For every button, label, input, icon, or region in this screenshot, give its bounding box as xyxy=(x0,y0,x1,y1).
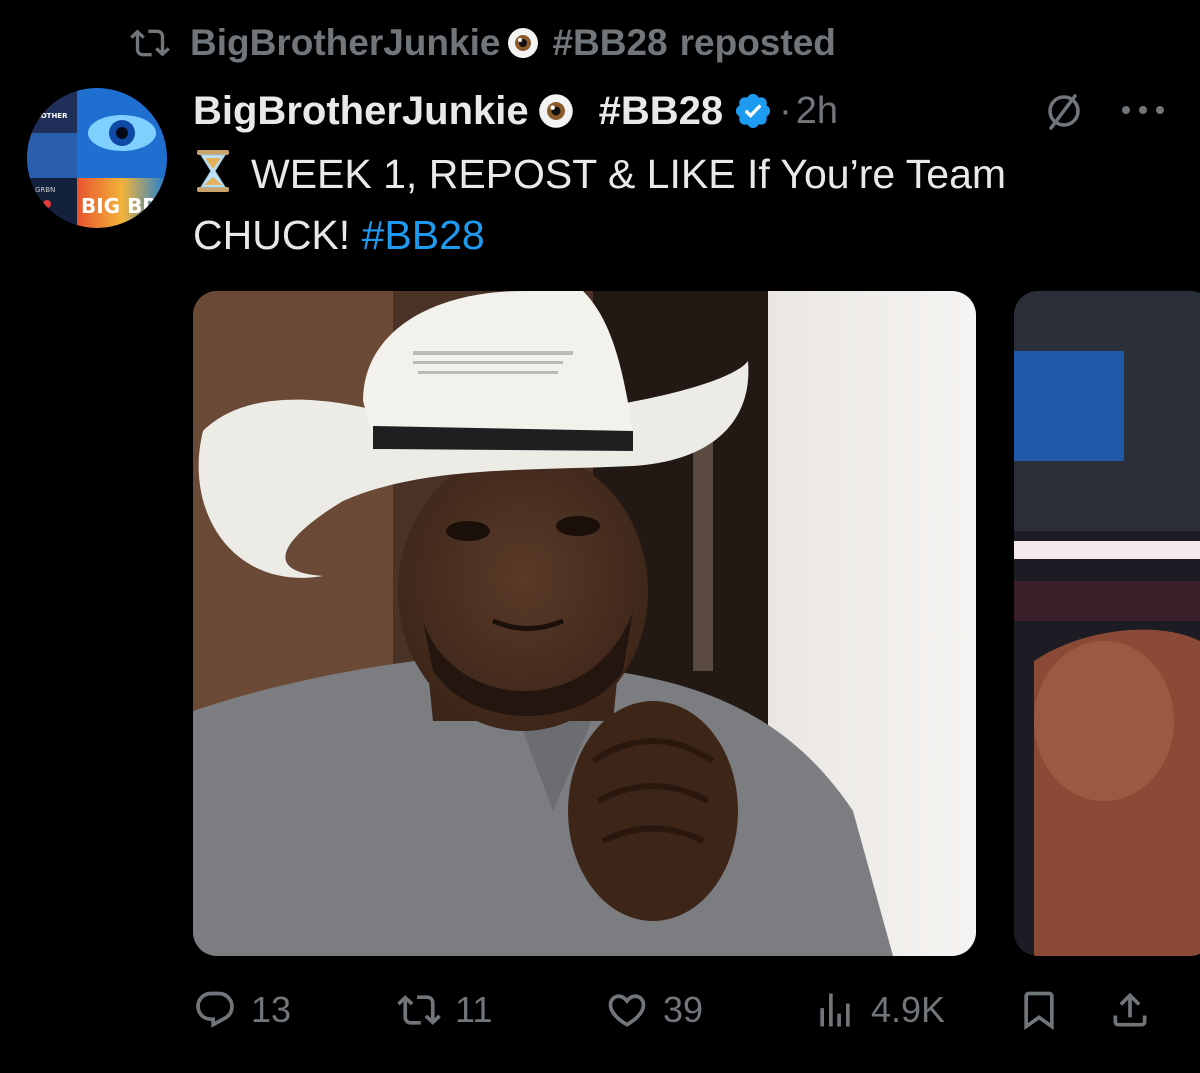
post-timestamp[interactable]: 2h xyxy=(796,90,838,133)
post-separator: · xyxy=(779,89,792,132)
repost-icon xyxy=(397,995,441,1025)
repost-suffix: reposted xyxy=(679,22,836,63)
repost-account-name[interactable]: BigBrotherJunkie xyxy=(190,22,500,64)
post-header: BigBrotherJunkie #BB28 · 2h xyxy=(193,82,1183,140)
author-name[interactable]: BigBrotherJunkie xyxy=(193,89,529,134)
post-text-line-2: CHUCK! xyxy=(193,212,351,258)
heart-icon xyxy=(608,994,646,1027)
reply-icon xyxy=(196,991,234,1028)
avatar[interactable]: BIG BROTH BROTHER GRBN xyxy=(27,88,167,228)
bookmark-button[interactable] xyxy=(1017,980,1061,1040)
like-button[interactable]: 39 xyxy=(605,980,703,1040)
repost-hashtag[interactable]: #BB28 xyxy=(552,22,667,64)
views-icon xyxy=(820,993,850,1027)
share-button[interactable] xyxy=(1108,980,1152,1040)
post-media-image-1[interactable] xyxy=(193,291,976,956)
post-hashtag-link[interactable]: #BB28 xyxy=(362,212,485,258)
repost-icon xyxy=(128,21,172,65)
author-hashtag[interactable]: #BB28 xyxy=(599,89,724,134)
more-options-icon[interactable] xyxy=(1118,98,1168,122)
post-actions-bar: 13 11 39 4.9K xyxy=(193,980,1173,1040)
post-media-image-2[interactable] xyxy=(1014,291,1200,956)
avatar-small-label-2: GRBN xyxy=(35,186,55,194)
grok-icon[interactable] xyxy=(1041,88,1087,134)
post-text: WEEK 1, REPOST & LIKE If You’re Team CHU… xyxy=(193,144,1153,266)
repost-count: 11 xyxy=(455,989,493,1030)
eye-emoji-icon xyxy=(537,92,575,130)
avatar-logo-text: BIG BROTH xyxy=(81,194,167,218)
avatar-small-label: BROTHER xyxy=(30,112,68,120)
views-button[interactable]: 4.9K xyxy=(813,980,945,1040)
hourglass-icon xyxy=(193,148,233,194)
reply-count: 13 xyxy=(251,989,292,1030)
share-icon xyxy=(1113,992,1147,1027)
verified-badge-icon xyxy=(733,91,773,131)
repost-button[interactable]: 11 xyxy=(397,980,492,1040)
views-count: 4.9K xyxy=(871,989,946,1030)
like-count: 39 xyxy=(663,989,704,1030)
reply-button[interactable]: 13 xyxy=(193,980,291,1040)
bookmark-icon xyxy=(1024,991,1054,1031)
eye-emoji-icon xyxy=(506,26,540,60)
post-text-line-1: WEEK 1, REPOST & LIKE If You’re Team xyxy=(251,151,1007,197)
repost-banner[interactable]: BigBrotherJunkie #BB28 reposted xyxy=(128,18,836,68)
